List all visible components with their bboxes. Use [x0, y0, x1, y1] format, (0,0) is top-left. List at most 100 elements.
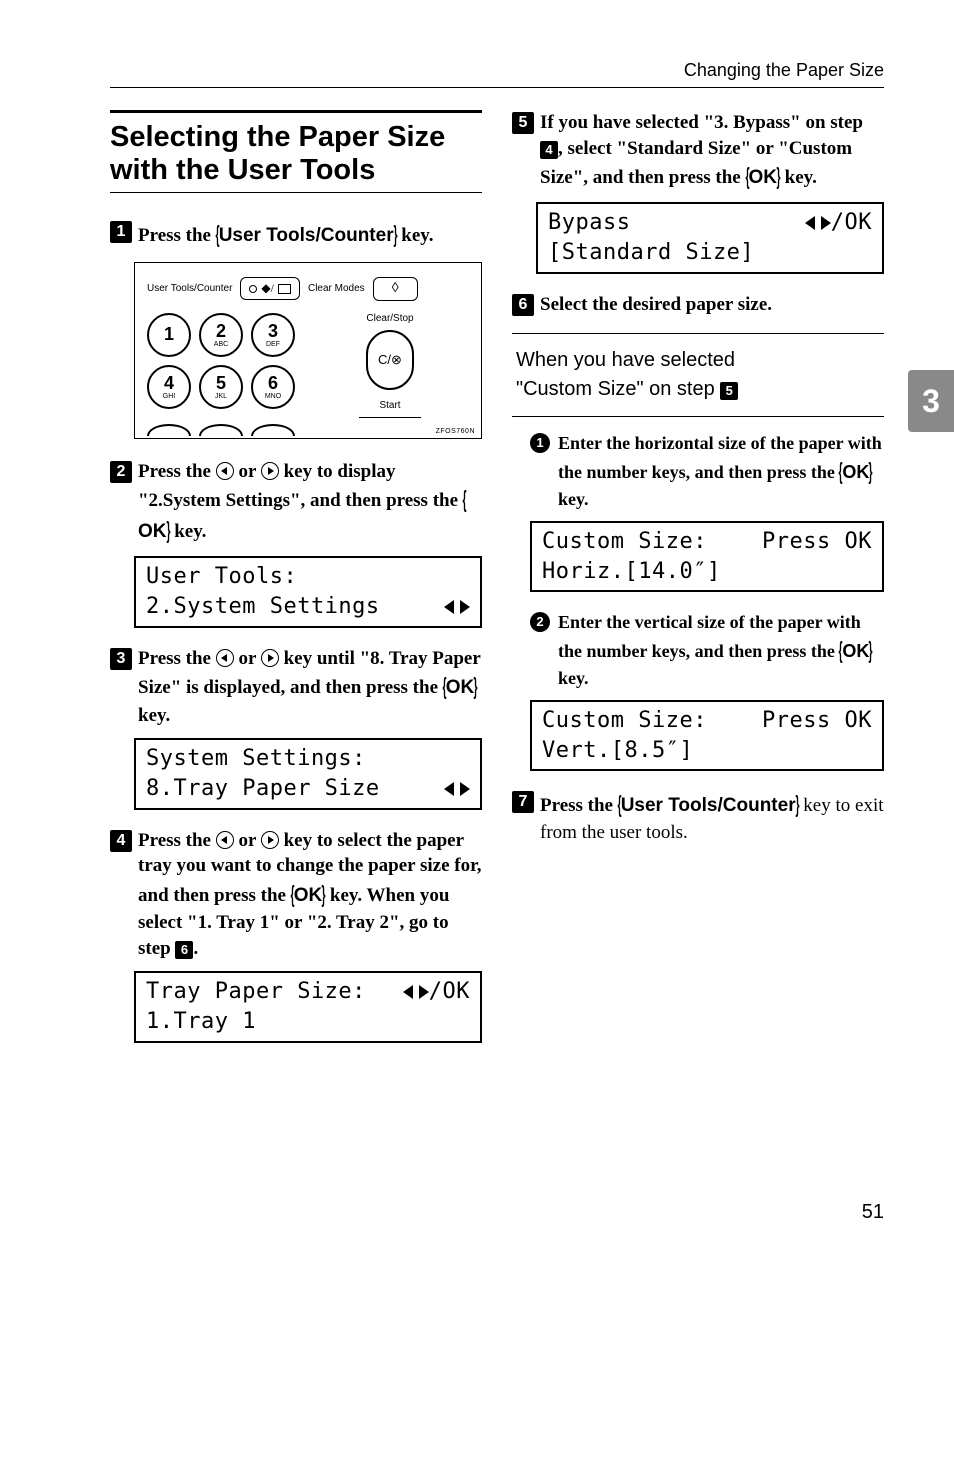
lcd-line: [Standard Size] [548, 238, 754, 268]
key-3: 3DEF [251, 313, 295, 357]
step-4: 4 Press the or key to select the paper t… [110, 828, 482, 1043]
label-clear-stop: Clear/Stop [366, 313, 413, 324]
right-arrow-icon [261, 831, 279, 849]
right-arrow-icon [261, 462, 279, 480]
substep-1: 1 Enter the horizontal size of the paper… [530, 431, 884, 511]
ok-key: OK [842, 641, 869, 661]
lcd-user-tools: User Tools: 2.System Settings [134, 556, 482, 627]
lcd-bypass: Bypass /OK [Standard Size] [536, 202, 884, 273]
step-number-3: 3 [110, 648, 132, 670]
lcd-custom-horiz: Custom Size: Press OK Horiz.[14.0″] [530, 521, 884, 592]
lcd-line: Custom Size: [542, 527, 707, 557]
step-6-text: Select the desired paper size. [540, 292, 772, 318]
clear-modes-pill: ◊ [373, 277, 418, 301]
substep-1-text: Enter the horizontal size of the paper w… [558, 431, 884, 511]
key-2: 2ABC [199, 313, 243, 357]
left-arrow-icon [216, 649, 234, 667]
substep-2: 2 Enter the vertical size of the paper w… [530, 610, 884, 690]
step-1-text: Press the {User Tools/Counter} key. [138, 219, 434, 250]
lcd-line: Bypass [548, 208, 630, 238]
step-number-2: 2 [110, 461, 132, 483]
lcd-line: 8.Tray Paper Size [146, 774, 380, 804]
step-number-5: 5 [512, 112, 534, 134]
running-header: Changing the Paper Size [110, 60, 884, 88]
page: Changing the Paper Size 3 Selecting the … [0, 0, 954, 1264]
lcd-line: /OK [805, 208, 872, 238]
label-user-tools-counter: User Tools/Counter [147, 283, 232, 294]
step-2: 2 Press the or key to display "2.System … [110, 459, 482, 628]
left-arrow-icon [216, 831, 234, 849]
right-column: 5 If you have selected "3. Bypass" on st… [512, 110, 884, 1061]
left-column: Selecting the Paper Size with the User T… [110, 110, 482, 1061]
substep-2-text: Enter the vertical size of the paper wit… [558, 610, 884, 690]
step-5: 5 If you have selected "3. Bypass" on st… [512, 110, 884, 274]
keypad-bottom-row [147, 424, 469, 436]
ok-key: OK [138, 521, 167, 542]
page-number: 51 [110, 1201, 884, 1224]
lcd-system-settings: System Settings: 8.Tray Paper Size [134, 738, 482, 809]
note-line-2: "Custom Size" on step 5 [516, 375, 880, 404]
lcd-line: Tray Paper Size: [146, 977, 366, 1007]
key-4: 4GHI [147, 365, 191, 409]
left-right-arrows-icon [444, 598, 470, 616]
step-1: 1 Press the {User Tools/Counter} key. Us… [110, 219, 482, 439]
step-ref-4: 4 [540, 141, 558, 159]
step-number-6: 6 [512, 294, 534, 316]
left-right-arrows-icon [805, 215, 831, 231]
user-tools-counter-key: User Tools/Counter [219, 225, 394, 246]
lcd-line: /OK [403, 977, 470, 1007]
step-3-text: Press the or key until "8. Tray Paper Si… [138, 646, 482, 728]
note-line-1: When you have selected [516, 346, 880, 375]
lcd-line: Custom Size: [542, 706, 707, 736]
lcd-custom-vert: Custom Size: Press OK Vert.[8.5″] [530, 700, 884, 771]
key-6: 6MNO [251, 365, 295, 409]
key-5: 5JKL [199, 365, 243, 409]
step-ref-6: 6 [175, 941, 193, 959]
book-icon [278, 284, 291, 294]
title-rule-top [110, 110, 482, 113]
user-tools-counter-pill: ◆/ [240, 277, 300, 300]
step-3: 3 Press the or key until "8. Tray Paper … [110, 646, 482, 810]
step-7-text: Press the {User Tools/Counter} key to ex… [540, 789, 884, 846]
ok-key: OK [842, 462, 869, 482]
left-arrow-icon [216, 462, 234, 480]
step-number-7: 7 [512, 791, 534, 813]
lcd-tray-paper-size: Tray Paper Size: /OK 1.Tray 1 [134, 971, 482, 1042]
step-number-4: 4 [110, 830, 132, 852]
custom-size-note: When you have selected "Custom Size" on … [512, 333, 884, 417]
lcd-line: 1.Tray 1 [146, 1007, 256, 1037]
figure-code: ZFOS760N [436, 428, 475, 435]
chapter-tab: 3 [908, 370, 954, 432]
lcd-line: 2.System Settings [146, 592, 380, 622]
number-pad: 1 2ABC 3DEF 4GHI 5JKL 6MNO [147, 313, 295, 409]
lcd-line: System Settings: [146, 744, 366, 774]
lcd-line: User Tools: [146, 562, 297, 592]
ok-key: OK [446, 677, 475, 698]
two-column-layout: Selecting the Paper Size with the User T… [110, 110, 884, 1061]
substep-number-1: 1 [530, 433, 550, 453]
ok-key: OK [294, 885, 323, 906]
title-rule-bottom [110, 192, 482, 193]
lcd-line: Press OK [762, 527, 872, 557]
user-tools-counter-key: User Tools/Counter [621, 795, 796, 816]
step-4-text: Press the or key to select the paper tra… [138, 828, 482, 962]
lcd-line: Horiz.[14.0″] [542, 557, 721, 587]
clear-stop-key: C/⊗ [366, 330, 414, 390]
right-arrow-icon [261, 649, 279, 667]
left-right-arrows-icon [403, 984, 429, 1000]
ok-key: OK [748, 167, 777, 188]
section-title: Selecting the Paper Size with the User T… [110, 121, 482, 188]
lcd-line: Press OK [762, 706, 872, 736]
step-7: 7 Press the {User Tools/Counter} key to … [512, 789, 884, 846]
step-2-text: Press the or key to display "2.System Se… [138, 459, 482, 547]
step-6: 6 Select the desired paper size. [512, 292, 884, 318]
step-ref-5: 5 [720, 382, 738, 400]
keypad-figure: User Tools/Counter ◆/ Clear Modes ◊ [134, 262, 482, 439]
step-number-1: 1 [110, 221, 132, 243]
lcd-line: Vert.[8.5″] [542, 736, 693, 766]
start-key-edge [359, 417, 421, 418]
key-1: 1 [147, 313, 191, 357]
label-clear-modes: Clear Modes [308, 283, 365, 294]
label-start: Start [379, 400, 400, 411]
substep-number-2: 2 [530, 612, 550, 632]
